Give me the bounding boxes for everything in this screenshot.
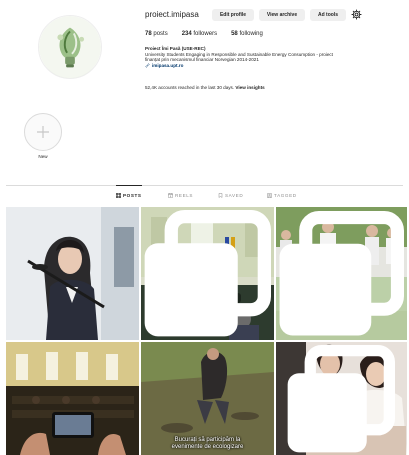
profile-stats: 78 posts 234 followers 58 following bbox=[145, 31, 263, 37]
posts-stat-label: posts bbox=[153, 31, 168, 37]
active-tab-indicator bbox=[116, 185, 142, 186]
tab-reels-label: REELS bbox=[175, 193, 194, 198]
profile-tabs: POSTS REELS SAVED TAGGED bbox=[0, 193, 409, 203]
posts-grid: ECO bbox=[6, 207, 409, 455]
tab-saved-label: SAVED bbox=[225, 193, 244, 198]
view-archive-button[interactable]: View archive bbox=[259, 9, 305, 21]
carousel-icon bbox=[287, 345, 395, 453]
following-count: 58 bbox=[231, 31, 238, 37]
followers-count: 234 bbox=[181, 31, 192, 37]
post-tile[interactable] bbox=[6, 207, 139, 340]
bio-link[interactable]: imipasa.upt.ro bbox=[145, 63, 395, 69]
posts-stat: 78 posts bbox=[145, 31, 168, 37]
post-tile[interactable]: ECO bbox=[276, 207, 407, 340]
followers-stat[interactable]: 234 followers bbox=[182, 31, 217, 37]
avatar-logo-image bbox=[39, 16, 101, 78]
gear-icon[interactable] bbox=[351, 9, 362, 20]
profile-bio: Proiect Îmi Pasă (USE-REC) University St… bbox=[145, 46, 395, 68]
following-stat[interactable]: 58 following bbox=[231, 31, 263, 37]
post-image-speaker bbox=[6, 207, 139, 340]
carousel-icon bbox=[279, 210, 404, 336]
insights-line: 52,4K accounts reached in the last 30 da… bbox=[145, 85, 265, 90]
new-highlight-circle[interactable] bbox=[24, 113, 62, 151]
tab-tagged[interactable]: TAGGED bbox=[267, 193, 297, 198]
post-tile[interactable] bbox=[141, 207, 274, 340]
post-tile[interactable] bbox=[6, 342, 139, 455]
posts-count: 78 bbox=[145, 31, 152, 37]
profile-avatar[interactable] bbox=[38, 15, 102, 79]
plus-icon bbox=[37, 126, 49, 138]
bio-link-text: imipasa.upt.ro bbox=[152, 62, 184, 68]
post-tile[interactable]: Bucurați să participăm la evenimente de … bbox=[141, 342, 274, 455]
new-highlight[interactable]: New bbox=[24, 113, 62, 159]
bookmark-icon bbox=[218, 193, 223, 198]
new-highlight-label: New bbox=[38, 154, 48, 159]
tab-reels[interactable]: REELS bbox=[168, 193, 193, 198]
tabs-divider bbox=[6, 185, 403, 186]
post-image-auditorium bbox=[6, 342, 139, 455]
overlay-caption-line-1: Bucurați să participăm la bbox=[174, 437, 241, 443]
overlay-caption-line-2: evenimente de ecologizare bbox=[171, 444, 244, 450]
tab-posts[interactable]: POSTS bbox=[116, 193, 142, 198]
link-icon bbox=[145, 63, 150, 68]
tab-tagged-label: TAGGED bbox=[274, 193, 297, 198]
insights-text: 52,4K accounts reached in the last 30 da… bbox=[145, 85, 235, 90]
carousel-icon bbox=[144, 210, 271, 337]
post-caption-overlay: Bucurați să participăm la evenimente de … bbox=[141, 437, 274, 451]
edit-profile-button[interactable]: Edit profile bbox=[212, 9, 254, 21]
tab-saved[interactable]: SAVED bbox=[218, 193, 243, 198]
tag-icon bbox=[267, 193, 272, 198]
view-insights-link[interactable]: View insights bbox=[235, 85, 264, 90]
following-stat-label: following bbox=[239, 31, 263, 37]
followers-stat-label: followers bbox=[193, 31, 218, 37]
post-tile[interactable] bbox=[276, 342, 407, 455]
ad-tools-button[interactable]: Ad tools bbox=[310, 9, 346, 21]
tab-posts-label: POSTS bbox=[123, 193, 142, 198]
profile-username: proiect.imipasa bbox=[145, 10, 199, 19]
reels-icon bbox=[168, 193, 173, 198]
grid-icon bbox=[116, 193, 121, 198]
